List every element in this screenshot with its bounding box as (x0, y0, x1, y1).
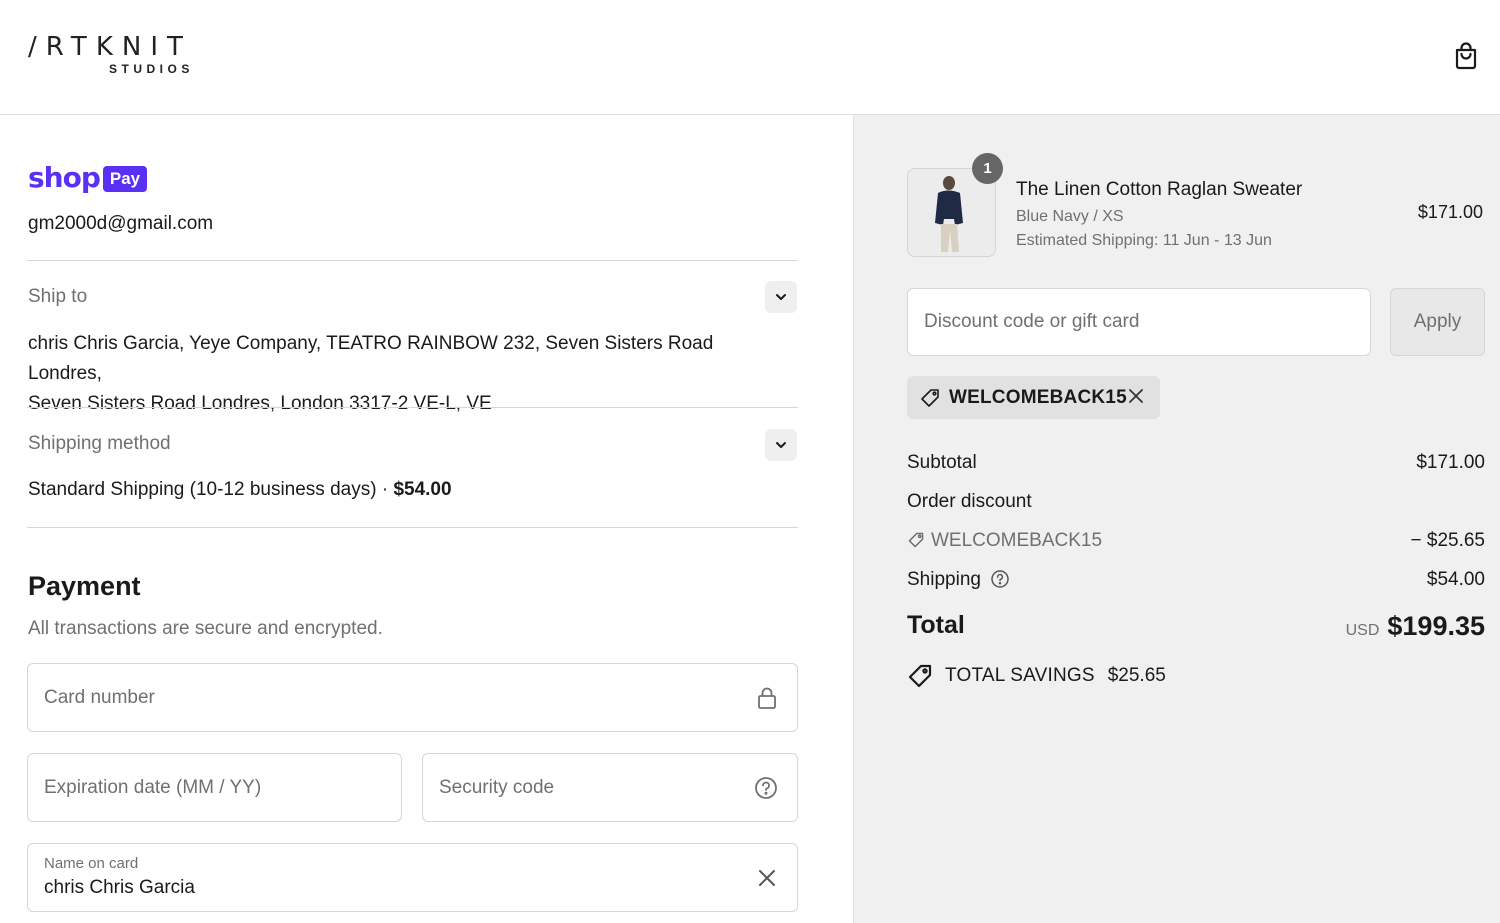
applied-discount-code: WELCOMEBACK15 (949, 386, 1127, 408)
name-on-card-value: chris Chris Garcia (44, 877, 195, 898)
total-savings-value: $25.65 (1107, 665, 1166, 686)
total-label: Total (907, 611, 965, 639)
divider (27, 260, 798, 261)
product-name: The Linen Cotton Raglan Sweater (1016, 179, 1303, 200)
shipping-summary-value: $54.00 (1426, 569, 1485, 590)
store-logo[interactable]: /RTKNIT STUDIOS (28, 32, 192, 76)
name-on-card-field[interactable]: Name on card chris Chris Garcia (27, 843, 798, 912)
card-number-field[interactable]: Card number (27, 663, 798, 732)
apply-discount-button[interactable]: Apply (1390, 288, 1485, 356)
total-value: $199.35 (1387, 611, 1485, 641)
ship-to-toggle-button[interactable] (765, 281, 797, 313)
divider (27, 527, 798, 528)
expiration-date-field[interactable]: Expiration date (MM / YY) (27, 753, 402, 822)
quantity-badge: 1 (972, 153, 1003, 184)
lock-icon (758, 687, 776, 709)
product-price: $171.00 (1417, 202, 1483, 222)
shop-pay-pill: Pay (102, 166, 148, 192)
discount-code-summary: WELCOMEBACK15 (907, 530, 1102, 552)
account-email: gm2000d@gmail.com (28, 213, 214, 234)
payment-subtitle: All transactions are secure and encrypte… (28, 618, 383, 639)
logo-sub-text: STUDIOS (109, 62, 194, 76)
clear-icon[interactable] (754, 865, 780, 891)
shipping-method-label: Shipping method (28, 433, 171, 454)
selected-shipping-method: Standard Shipping (10-12 business days) … (28, 479, 452, 501)
subtotal-label: Subtotal (907, 452, 977, 473)
subtotal-row: Subtotal $171.00 (907, 452, 1485, 476)
product-shipping-estimate: Estimated Shipping: 11 Jun - 13 Jun (1016, 232, 1272, 249)
shipping-address: chris Chris Garcia, Yeye Company, TEATRO… (28, 329, 788, 419)
discount-code-text: WELCOMEBACK15 (931, 530, 1103, 551)
checkout-form-column: shop Pay gm2000d@gmail.com Ship to chris… (0, 115, 853, 923)
shipping-row: Shipping $54.00 (907, 569, 1485, 593)
shipping-method-toggle-button[interactable] (765, 429, 797, 461)
total-value-wrap: USD $199.35 (1346, 611, 1485, 642)
security-code-field[interactable]: Security code (422, 753, 798, 822)
divider (27, 407, 798, 408)
ship-to-label: Ship to (28, 286, 88, 307)
order-summary-column: 1 The Linen Cotton Raglan Sweater Blue N… (853, 115, 1500, 923)
total-savings: TOTAL SAVINGS $25.65 (907, 663, 1166, 689)
order-discount-row: Order discount (907, 491, 1485, 515)
product-variant: Blue Navy / XS (1016, 208, 1124, 225)
address-line-2: Seven Sisters Road Londres, London 3317-… (28, 393, 492, 414)
tag-icon (908, 664, 932, 688)
security-code-placeholder: Security code (439, 776, 555, 798)
card-number-placeholder: Card number (44, 686, 155, 708)
discount-code-row: WELCOMEBACK15 − $25.65 (907, 530, 1485, 554)
name-on-card-label: Name on card (44, 855, 139, 872)
tag-icon (908, 532, 924, 548)
chevron-down-icon (776, 442, 786, 448)
logo-main-text: /RTKNIT (28, 32, 192, 62)
discount-code-placeholder: Discount code or gift card (924, 311, 1140, 332)
chevron-down-icon (776, 294, 786, 300)
help-circle-icon[interactable] (990, 569, 1010, 589)
tag-icon (921, 388, 939, 407)
total-savings-label: TOTAL SAVINGS (945, 665, 1095, 686)
shipping-method-name: Standard Shipping (10-12 business days) … (28, 479, 394, 500)
remove-discount-icon[interactable] (1126, 386, 1146, 406)
applied-discount-chip: WELCOMEBACK15 (907, 376, 1160, 419)
shipping-label-wrap: Shipping (907, 569, 1010, 591)
address-line-1: chris Chris Garcia, Yeye Company, TEATRO… (28, 333, 714, 384)
order-discount-label: Order discount (907, 491, 1032, 512)
shop-pay-badge[interactable]: shop Pay (28, 161, 148, 194)
subtotal-value: $171.00 (1416, 452, 1485, 473)
shipping-summary-label: Shipping (907, 569, 981, 590)
shopping-bag-icon[interactable] (1450, 40, 1482, 72)
payment-title: Payment (28, 571, 141, 601)
shop-pay-wordmark: shop (28, 161, 101, 194)
help-circle-icon[interactable] (753, 775, 779, 801)
discount-code-input[interactable]: Discount code or gift card (907, 288, 1371, 356)
expiration-date-placeholder: Expiration date (MM / YY) (44, 776, 262, 798)
shipping-method-price: $54.00 (393, 479, 452, 500)
discount-amount: − $25.65 (1410, 530, 1486, 551)
site-header: /RTKNIT STUDIOS (0, 0, 1500, 115)
total-currency: USD (1345, 622, 1380, 639)
total-row: Total USD $199.35 (907, 611, 1485, 645)
